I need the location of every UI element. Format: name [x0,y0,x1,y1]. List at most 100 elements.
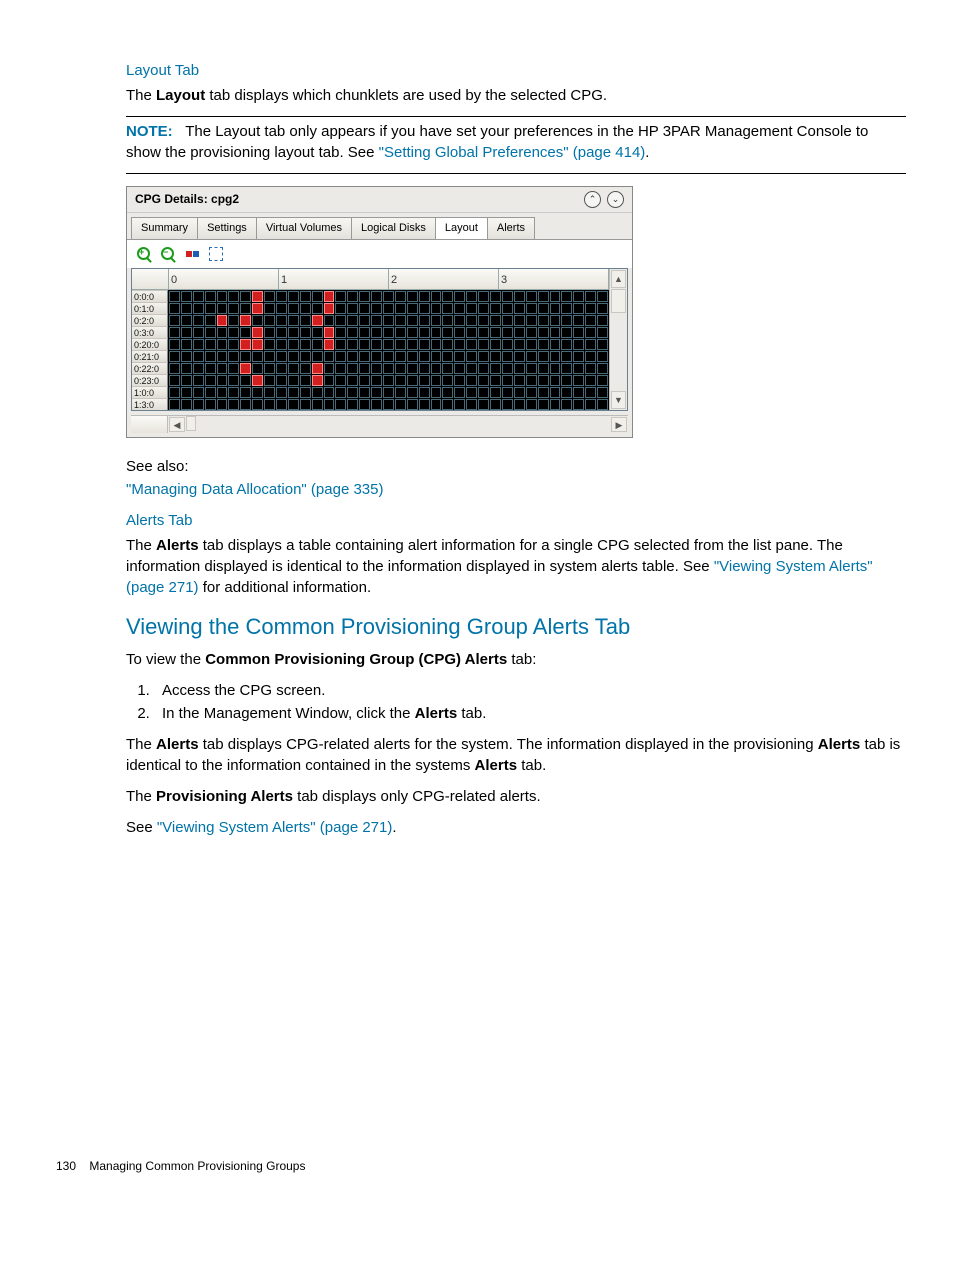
chunklet-empty[interactable] [466,291,477,302]
chunklet-empty[interactable] [490,303,501,314]
chunklet-empty[interactable] [478,387,489,398]
chunklet-empty[interactable] [228,327,239,338]
chunklet-empty[interactable] [288,327,299,338]
tab-alerts[interactable]: Alerts [487,217,535,239]
chunklet-empty[interactable] [454,363,465,374]
chunklet-empty[interactable] [431,339,442,350]
chunklet-empty[interactable] [526,339,537,350]
chunklet-empty[interactable] [419,399,430,410]
chunklet-empty[interactable] [407,315,418,326]
chunklet-empty[interactable] [347,387,358,398]
scroll-thumb[interactable] [186,416,196,431]
chunklet-empty[interactable] [561,375,572,386]
chunklet-empty[interactable] [240,387,251,398]
chunklet-empty[interactable] [205,387,216,398]
chunklet-empty[interactable] [240,303,251,314]
chunklet-empty[interactable] [312,339,323,350]
chunklet-empty[interactable] [395,315,406,326]
chunklet-empty[interactable] [526,303,537,314]
chunklet-empty[interactable] [490,291,501,302]
chunklet-empty[interactable] [538,351,549,362]
chunklet-empty[interactable] [347,399,358,410]
chunklet-empty[interactable] [264,387,275,398]
chunklet-empty[interactable] [573,363,584,374]
chunklet-empty[interactable] [466,375,477,386]
chunklet-empty[interactable] [181,363,192,374]
chunklet-empty[interactable] [181,351,192,362]
chunklet-empty[interactable] [359,291,370,302]
chunklet-empty[interactable] [347,363,358,374]
chunklet-empty[interactable] [454,303,465,314]
chunklet-empty[interactable] [585,339,596,350]
chunklet-empty[interactable] [502,375,513,386]
vertical-scrollbar[interactable]: ▲ ▼ [609,269,627,410]
chunklet-empty[interactable] [538,375,549,386]
chunklet-empty[interactable] [276,399,287,410]
legend-icon[interactable] [183,245,201,263]
chunklet-empty[interactable] [324,351,335,362]
chunklet-empty[interactable] [514,351,525,362]
chunklet-empty[interactable] [324,315,335,326]
chunklet-empty[interactable] [181,339,192,350]
chunklet-empty[interactable] [181,399,192,410]
chunklet-empty[interactable] [193,351,204,362]
chunklet-empty[interactable] [550,291,561,302]
chunklet-empty[interactable] [371,291,382,302]
chunklet-empty[interactable] [526,315,537,326]
chunklet-empty[interactable] [407,291,418,302]
chunklet-empty[interactable] [597,387,608,398]
chunklet-empty[interactable] [538,315,549,326]
chunklet-empty[interactable] [550,315,561,326]
chunklet-used[interactable] [252,339,263,350]
chunklet-empty[interactable] [597,327,608,338]
chunklet-empty[interactable] [228,351,239,362]
chunklet-empty[interactable] [312,399,323,410]
chunklet-empty[interactable] [383,375,394,386]
chunklet-empty[interactable] [585,315,596,326]
chunklet-empty[interactable] [442,291,453,302]
chunklet-empty[interactable] [300,339,311,350]
chunklet-empty[interactable] [431,315,442,326]
chunklet-empty[interactable] [335,375,346,386]
chunklet-empty[interactable] [561,291,572,302]
chunklet-empty[interactable] [573,327,584,338]
chunklet-empty[interactable] [264,327,275,338]
chunklet-empty[interactable] [217,387,228,398]
chunklet-empty[interactable] [181,387,192,398]
chunklet-empty[interactable] [276,387,287,398]
chunklet-empty[interactable] [300,327,311,338]
chunklet-empty[interactable] [442,363,453,374]
chunklet-empty[interactable] [371,303,382,314]
chunklet-empty[interactable] [407,399,418,410]
chunklet-empty[interactable] [371,399,382,410]
chunklet-empty[interactable] [335,339,346,350]
chunklet-empty[interactable] [454,387,465,398]
chunklet-empty[interactable] [502,387,513,398]
chunklet-empty[interactable] [193,327,204,338]
chunklet-empty[interactable] [597,363,608,374]
chunklet-empty[interactable] [264,315,275,326]
chunklet-empty[interactable] [276,351,287,362]
chunklet-empty[interactable] [514,363,525,374]
chunklet-empty[interactable] [264,363,275,374]
chunklet-used[interactable] [324,303,335,314]
chunklet-empty[interactable] [193,291,204,302]
chunklet-empty[interactable] [395,387,406,398]
link-managing-data-allocation[interactable]: "Managing Data Allocation" (page 335) [126,481,383,498]
chunklet-empty[interactable] [240,327,251,338]
tab-logical-disks[interactable]: Logical Disks [351,217,436,239]
chunklet-empty[interactable] [312,351,323,362]
chunklet-empty[interactable] [395,375,406,386]
chunklet-empty[interactable] [597,399,608,410]
chunklet-empty[interactable] [359,315,370,326]
chunklet-empty[interactable] [276,339,287,350]
chunklet-empty[interactable] [478,363,489,374]
chunklet-empty[interactable] [264,291,275,302]
chunklet-empty[interactable] [252,351,263,362]
chunklet-empty[interactable] [383,303,394,314]
chunklet-empty[interactable] [490,339,501,350]
link-viewing-system-alerts[interactable]: "Viewing System Alerts" (page 271) [157,819,393,836]
chunklet-empty[interactable] [359,303,370,314]
chunklet-empty[interactable] [431,327,442,338]
chunklet-empty[interactable] [442,303,453,314]
